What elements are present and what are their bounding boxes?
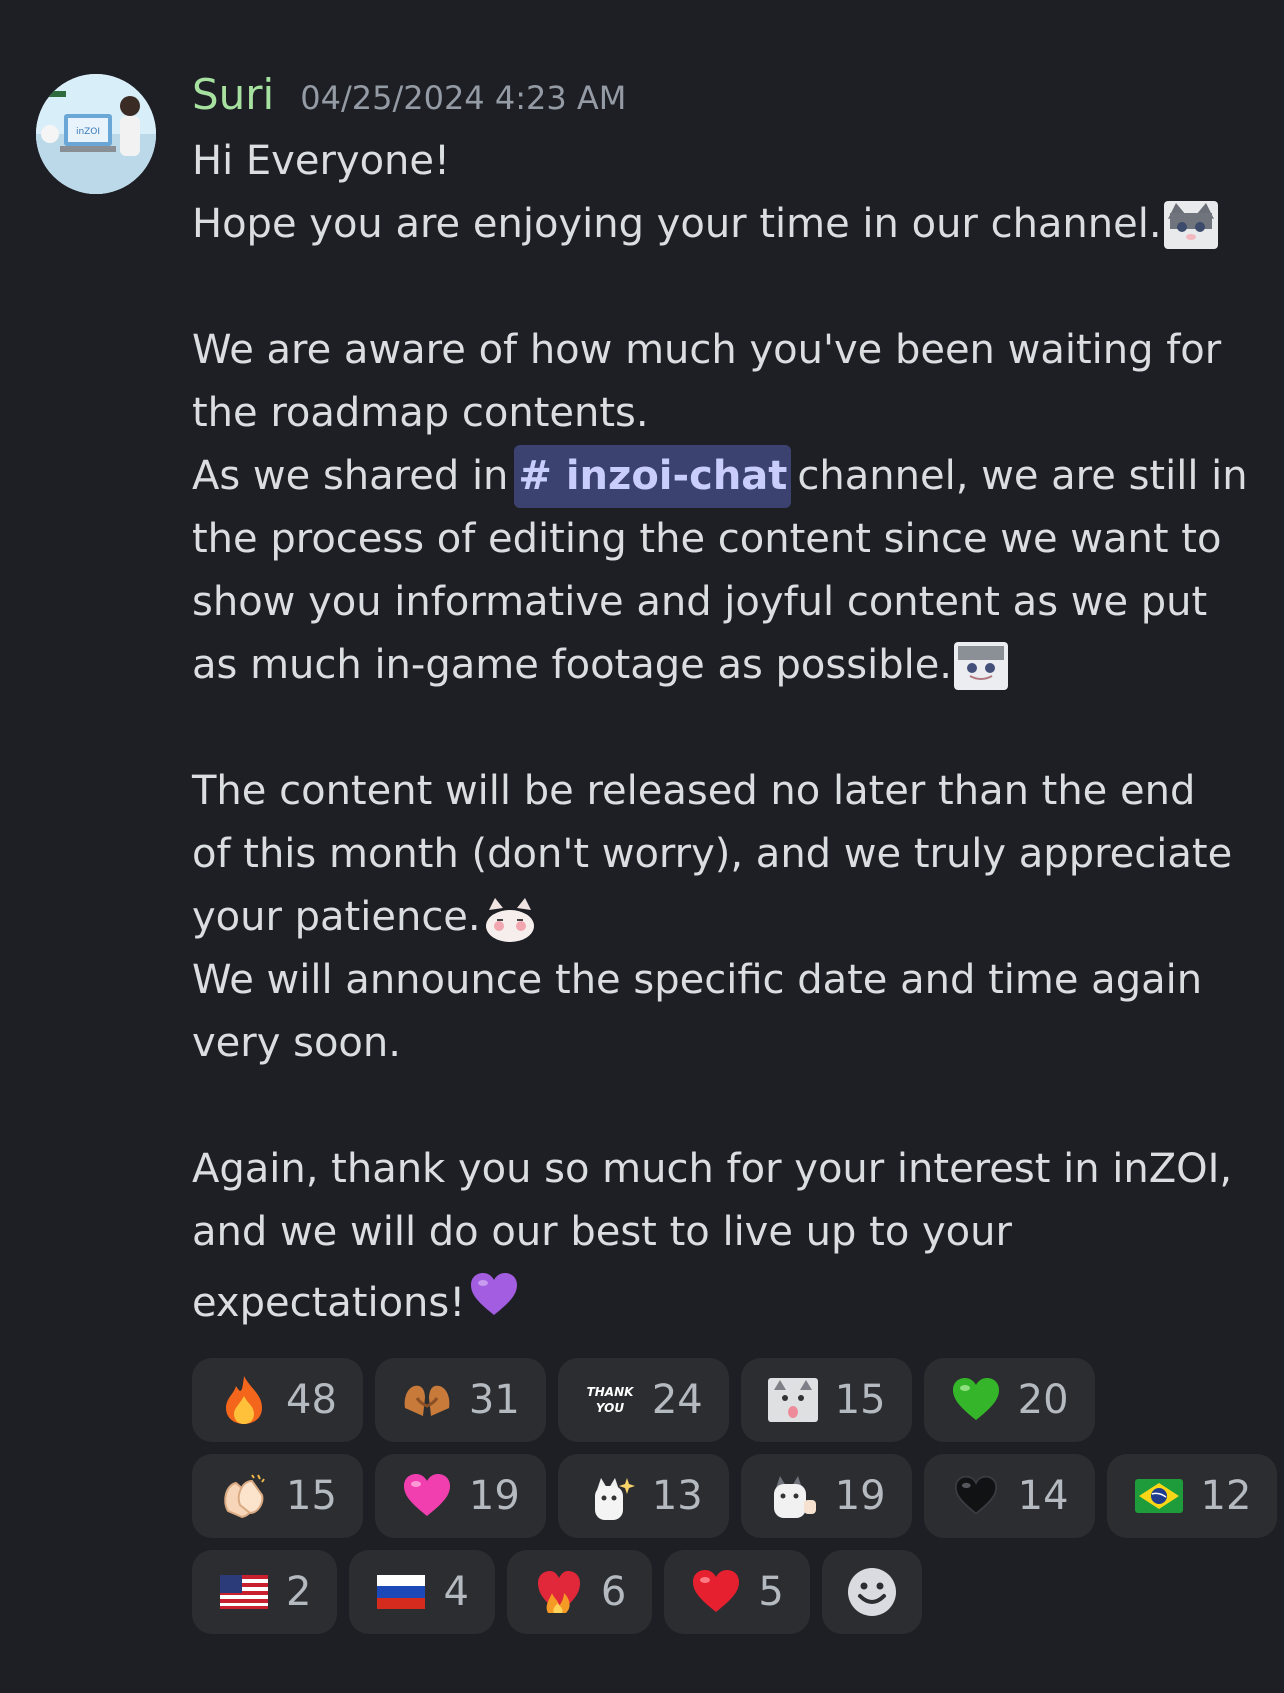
inzoi-avatar-icon: inZOI: [36, 74, 156, 194]
add-reaction-button[interactable]: [821, 1550, 922, 1634]
reaction-green-heart[interactable]: 20: [923, 1358, 1095, 1442]
message-line: your patience.: [192, 886, 1272, 949]
message-text: We are aware of how much you've been wai…: [192, 327, 1222, 373]
reaction-count: 19: [468, 1473, 520, 1519]
us-flag-icon: [218, 1566, 270, 1618]
message-text: of this month (don't worry), and we trul…: [192, 831, 1233, 877]
reaction-pink-heart[interactable]: 19: [374, 1454, 546, 1538]
message-line: very soon.: [192, 1012, 1272, 1075]
reaction-count: 12: [1200, 1473, 1252, 1519]
reaction-count: 31: [468, 1377, 520, 1423]
message-line: Hi Everyone!: [192, 130, 1272, 193]
reaction-count: 20: [1017, 1377, 1069, 1423]
message-line: As we shared in # inzoi-chat channel, we…: [192, 445, 1272, 508]
heart-hands-icon: [401, 1374, 453, 1426]
red-heart-icon: [690, 1566, 742, 1618]
reaction-count: 19: [834, 1473, 886, 1519]
message-line: as much in-game footage as possible.: [192, 634, 1272, 697]
message-line: We are aware of how much you've been wai…: [192, 319, 1272, 382]
message-text: expectations!: [192, 1279, 466, 1326]
brazil-flag-icon: [1133, 1470, 1185, 1522]
message-line: The content will be released no later th…: [192, 760, 1272, 823]
reaction-us-flag[interactable]: 2: [192, 1550, 338, 1634]
thank-you-sticker-icon: THANK YOU: [584, 1374, 636, 1426]
reaction-cat-sparkle[interactable]: 13: [557, 1454, 729, 1538]
reaction-count: 2: [286, 1569, 312, 1615]
message-text: your patience.: [192, 894, 481, 940]
svg-text:inZOI: inZOI: [76, 127, 100, 137]
reaction-brazil-flag[interactable]: 12: [1106, 1454, 1278, 1538]
reaction-count: 5: [758, 1569, 784, 1615]
message-line: the roadmap contents.: [192, 382, 1272, 445]
reaction-heart-hands[interactable]: 31: [374, 1358, 546, 1442]
reaction-thank-you[interactable]: THANK YOU 24: [557, 1358, 729, 1442]
message-line: the process of editing the content since…: [192, 508, 1272, 571]
clapping-hands-icon: [218, 1470, 270, 1522]
reaction-count: 24: [651, 1377, 703, 1423]
message-line: Again, thank you so much for your intere…: [192, 1138, 1272, 1201]
reaction-clapping-hands[interactable]: 15: [192, 1454, 363, 1538]
green-heart-icon: [950, 1374, 1002, 1426]
reaction-count: 13: [651, 1473, 703, 1519]
reaction-count: 48: [286, 1377, 337, 1423]
reactions-row: 15 19 13 19 14 12: [192, 1454, 1278, 1538]
message-text: Hi Everyone!: [192, 138, 451, 184]
purple-heart-icon[interactable]: [469, 1271, 519, 1336]
reaction-black-heart[interactable]: 14: [923, 1454, 1095, 1538]
reaction-red-heart[interactable]: 5: [664, 1550, 810, 1634]
message-text: Again, thank you so much for your intere…: [192, 1146, 1233, 1192]
reaction-count: 4: [443, 1569, 469, 1615]
reaction-cat-thumbs[interactable]: 19: [740, 1454, 912, 1538]
message-line: expectations!: [192, 1264, 1272, 1342]
message-line: and we will do our best to live up to yo…: [192, 1201, 1272, 1264]
user-avatar[interactable]: inZOI: [36, 74, 156, 194]
reactions-bar: 48 31 THANK YOU 24 15 20 15 19 13 19 14 …: [192, 1358, 1278, 1646]
message-text: as much in-game footage as possible.: [192, 642, 953, 688]
svg-text:YOU: YOU: [596, 1401, 624, 1415]
svg-text:THANK: THANK: [586, 1385, 635, 1399]
reaction-cat-tongue[interactable]: 15: [740, 1358, 912, 1442]
cat-tongue-icon: [767, 1374, 819, 1426]
reactions-row: 48 31 THANK YOU 24 15 20: [192, 1358, 1272, 1442]
message-line: We will announce the specific date and t…: [192, 949, 1272, 1012]
message-text: the process of editing the content since…: [192, 516, 1222, 562]
message-text: The content will be released no later th…: [192, 768, 1196, 814]
reaction-count: 14: [1017, 1473, 1069, 1519]
reaction-fire[interactable]: 48: [192, 1358, 363, 1442]
cat-sparkle-icon: [584, 1470, 636, 1522]
reaction-count: 15: [834, 1377, 886, 1423]
message-text: As we shared in: [192, 453, 509, 499]
reactions-row: 2 4 6 5: [192, 1550, 1272, 1634]
message-text: channel, we are still in: [797, 453, 1248, 499]
black-heart-icon: [950, 1470, 1002, 1522]
reaction-russia-flag[interactable]: 4: [349, 1550, 495, 1634]
russia-flag-icon: [375, 1566, 427, 1618]
fire-icon: [218, 1374, 270, 1426]
message-text: show you informative and joyful content …: [192, 579, 1208, 625]
cat-emoji-icon[interactable]: [1163, 200, 1218, 249]
message-text: We will announce the specific date and t…: [192, 957, 1203, 1003]
message-line: of this month (don't worry), and we trul…: [192, 823, 1272, 886]
username[interactable]: Suri: [192, 70, 274, 119]
message-line: Hope you are enjoying your time in our c…: [192, 193, 1272, 256]
message-content: Hi Everyone! Hope you are enjoying your …: [192, 130, 1272, 1342]
cat-thumbs-icon: [767, 1470, 819, 1522]
message-text: and we will do our best to live up to yo…: [192, 1209, 1012, 1255]
message-line: show you informative and joyful content …: [192, 571, 1272, 634]
reaction-count: 15: [286, 1473, 337, 1519]
message-timestamp: 04/25/2024 4:23 AM: [300, 79, 627, 117]
message-text: very soon.: [192, 1020, 401, 1066]
message-text: Hope you are enjoying your time in our c…: [192, 201, 1162, 247]
blushing-cat-emoji-icon[interactable]: [482, 893, 537, 942]
add-reaction-smiley-icon: [846, 1566, 898, 1618]
message-header: Suri 04/25/2024 4:23 AM: [192, 70, 626, 122]
crying-cat-emoji-icon[interactable]: [954, 641, 1009, 690]
reaction-heart-on-fire[interactable]: 6: [506, 1550, 653, 1634]
pink-heart-icon: [401, 1470, 453, 1522]
message-text: the roadmap contents.: [192, 390, 649, 436]
channel-mention-link[interactable]: # inzoi-chat: [514, 445, 792, 508]
reaction-count: 6: [600, 1569, 627, 1615]
heart-on-fire-icon: [533, 1566, 585, 1618]
